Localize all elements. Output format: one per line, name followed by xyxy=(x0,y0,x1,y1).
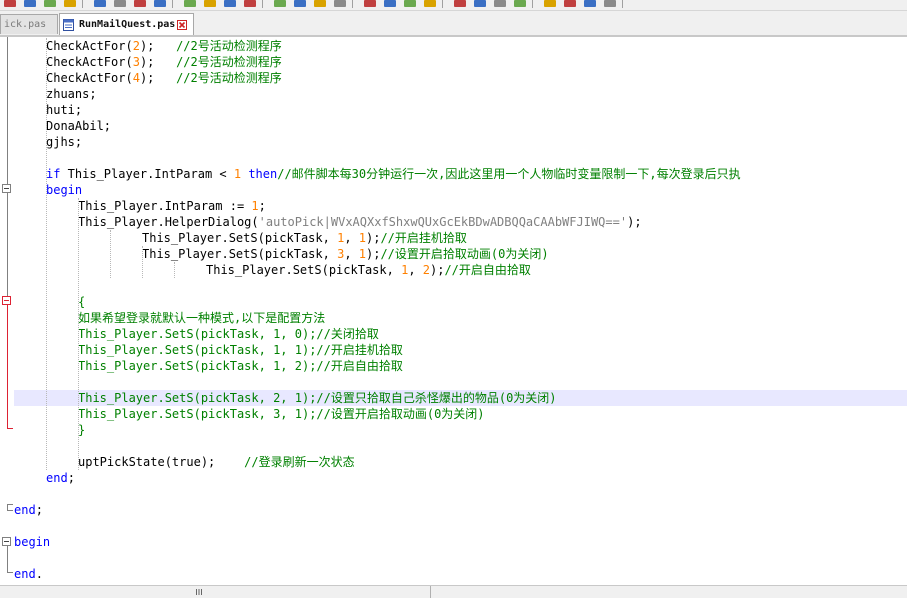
code-line[interactable]: if This_Player.IntParam < 1 then//邮件脚本每3… xyxy=(46,166,741,182)
code-line[interactable]: This_Player.SetS(pickTask, 3, 1);//设置开启拾… xyxy=(78,406,485,422)
code-line[interactable]: This_Player.SetS(pickTask, 1, 2);//开启自由拾… xyxy=(78,358,403,374)
code-line[interactable]: begin xyxy=(14,534,50,550)
code-line[interactable]: This_Player.HelperDialog('autoPick|WVxAQ… xyxy=(78,214,642,230)
toolbar-button-icon[interactable] xyxy=(224,0,236,7)
fold-marker xyxy=(7,305,8,428)
code-line[interactable]: } xyxy=(78,422,85,438)
toolbar-button-icon[interactable] xyxy=(564,0,576,7)
toolbar-button-icon[interactable] xyxy=(384,0,396,7)
code-editor[interactable]: CheckActFor(2); //2号活动检测程序 CheckActFor(3)… xyxy=(14,37,907,585)
toolbar-button-icon[interactable] xyxy=(44,0,56,7)
toolbar-button-icon[interactable] xyxy=(4,0,16,7)
tab-ick-pas[interactable]: ick.pas xyxy=(0,14,58,34)
toolbar-button-icon[interactable] xyxy=(294,0,306,7)
toolbar-button-icon[interactable] xyxy=(514,0,526,7)
toolbar xyxy=(0,0,907,11)
tab-bar: ick.pas RunMailQuest.pas xyxy=(0,11,907,37)
file-icon xyxy=(63,18,74,31)
fold-marker xyxy=(7,546,8,572)
code-line[interactable]: CheckActFor(4); //2号活动检测程序 xyxy=(46,70,282,86)
toolbar-button-icon[interactable] xyxy=(314,0,326,7)
tab-runmailquest-pas[interactable]: RunMailQuest.pas xyxy=(59,13,194,35)
tab-label: ick.pas xyxy=(4,19,47,30)
toolbar-separator xyxy=(172,0,173,8)
indent-guide xyxy=(78,198,79,470)
fold-marker xyxy=(7,572,13,573)
code-line[interactable]: This_Player.SetS(pickTask, 1, 2);//开启自由拾… xyxy=(206,262,531,278)
toolbar-button-icon[interactable] xyxy=(454,0,466,7)
indent-guide xyxy=(142,246,143,278)
code-line[interactable]: huti; xyxy=(46,102,82,118)
code-line[interactable]: begin xyxy=(46,182,82,198)
code-line[interactable]: This_Player.SetS(pickTask, 3, 1);//设置开启拾… xyxy=(142,246,549,262)
toolbar-button-icon[interactable] xyxy=(204,0,216,7)
toolbar-button-icon[interactable] xyxy=(24,0,36,7)
toolbar-separator xyxy=(532,0,533,8)
toolbar-button-icon[interactable] xyxy=(544,0,556,7)
code-line[interactable]: DonaAbil; xyxy=(46,118,111,134)
toolbar-button-icon[interactable] xyxy=(334,0,346,7)
code-line[interactable]: { xyxy=(78,294,85,310)
fold-marker xyxy=(7,510,13,511)
toolbar-button-icon[interactable] xyxy=(604,0,616,7)
toolbar-button-icon[interactable] xyxy=(584,0,596,7)
indent-guide xyxy=(46,38,47,470)
toolbar-separator xyxy=(82,0,83,8)
fold-marker xyxy=(7,428,13,429)
fold-marker xyxy=(7,37,8,184)
code-line[interactable]: This_Player.SetS(pickTask, 1, 0);//关闭拾取 xyxy=(78,326,379,342)
scroll-grip-icon[interactable] xyxy=(195,588,203,596)
toolbar-button-icon[interactable] xyxy=(274,0,286,7)
code-line[interactable]: CheckActFor(3); //2号活动检测程序 xyxy=(46,54,282,70)
close-tab-icon[interactable] xyxy=(177,19,188,30)
code-line[interactable]: end; xyxy=(14,502,43,518)
toolbar-separator xyxy=(622,0,623,8)
toolbar-button-icon[interactable] xyxy=(244,0,256,7)
fold-minus-icon[interactable] xyxy=(2,184,11,193)
status-separator xyxy=(430,586,431,598)
fold-minus-icon[interactable] xyxy=(2,537,11,546)
code-line[interactable]: end. xyxy=(14,566,43,582)
toolbar-separator xyxy=(442,0,443,8)
toolbar-button-icon[interactable] xyxy=(474,0,486,7)
fold-minus-icon[interactable] xyxy=(2,296,11,305)
code-line[interactable]: zhuans; xyxy=(46,86,97,102)
indent-guide xyxy=(174,262,175,278)
code-line[interactable]: uptPickState(true); //登录刷新一次状态 xyxy=(78,454,355,470)
toolbar-button-icon[interactable] xyxy=(154,0,166,7)
fold-margin xyxy=(0,37,14,585)
toolbar-button-icon[interactable] xyxy=(64,0,76,7)
toolbar-button-icon[interactable] xyxy=(424,0,436,7)
toolbar-button-icon[interactable] xyxy=(114,0,126,7)
toolbar-button-icon[interactable] xyxy=(134,0,146,7)
toolbar-button-icon[interactable] xyxy=(494,0,506,7)
toolbar-separator xyxy=(352,0,353,8)
code-line[interactable]: end; xyxy=(46,470,75,486)
code-line[interactable]: This_Player.IntParam := 1; xyxy=(78,198,266,214)
toolbar-separator xyxy=(262,0,263,8)
code-line[interactable]: gjhs; xyxy=(46,134,82,150)
toolbar-button-icon[interactable] xyxy=(364,0,376,7)
toolbar-button-icon[interactable] xyxy=(94,0,106,7)
code-line[interactable]: CheckActFor(2); //2号活动检测程序 xyxy=(46,38,282,54)
code-line[interactable]: This_Player.SetS(pickTask, 2, 1);//设置只拾取… xyxy=(78,390,557,406)
indent-guide xyxy=(110,230,111,278)
toolbar-button-icon[interactable] xyxy=(404,0,416,7)
code-line[interactable]: 如果希望登录就默认一种模式,以下是配置方法 xyxy=(78,310,325,326)
status-bar xyxy=(0,585,907,598)
code-line[interactable]: This_Player.SetS(pickTask, 1, 1);//开启挂机拾… xyxy=(78,342,403,358)
code-line[interactable]: This_Player.SetS(pickTask, 1, 1);//开启挂机拾… xyxy=(142,230,467,246)
toolbar-button-icon[interactable] xyxy=(184,0,196,7)
tab-label: RunMailQuest.pas xyxy=(79,19,176,30)
